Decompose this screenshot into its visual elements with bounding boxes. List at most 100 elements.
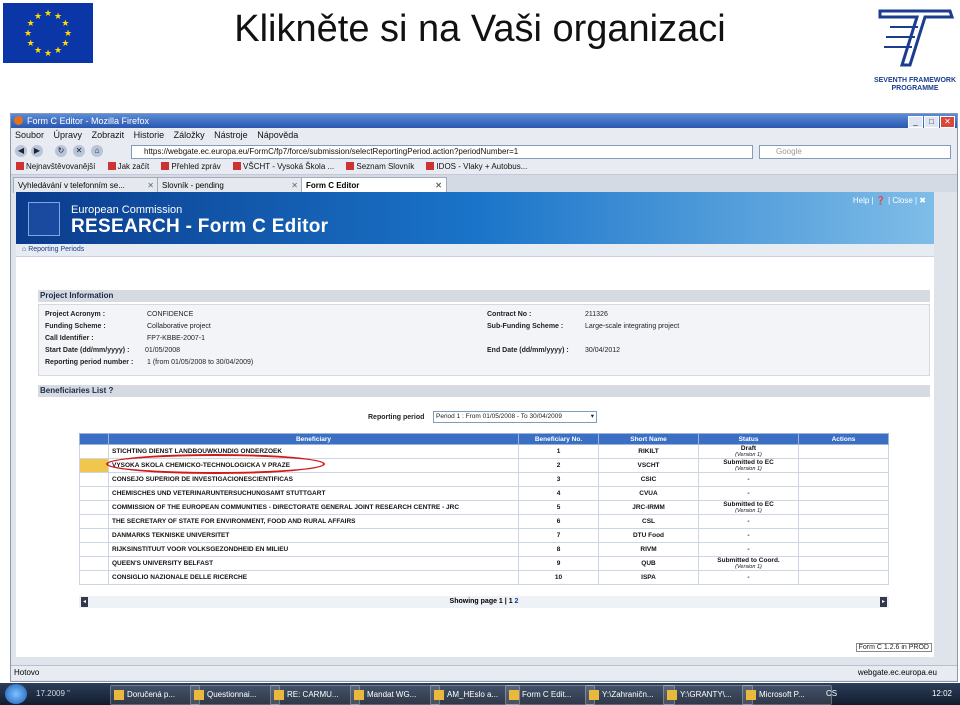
close-tab-icon[interactable]: ✕ [435,178,442,193]
actions-cell[interactable] [798,458,889,473]
search-input[interactable]: Google [759,145,951,159]
table-row[interactable]: CONSIGLIO NAZIONALE DELLE RICERCHE 10 ISPA… [79,570,889,585]
beneficiary-name[interactable]: COMMISSION OF THE EUROPEAN COMMUNITIES -… [108,500,519,515]
beneficiary-name[interactable]: CONSEJO SUPERIOR DE INVESTIGACIONESCIENT… [108,472,519,487]
back-icon[interactable]: ◀ [15,145,27,157]
taskbar-item[interactable]: Y:\GRANTY\... [663,685,753,705]
beneficiary-name[interactable]: QUEEN'S UNIVERSITY BELFAST [108,556,519,571]
actions-cell[interactable] [798,570,889,585]
beneficiary-no: 7 [518,528,599,543]
scroll-left-button[interactable]: ◂ [81,597,88,607]
bookmark-most-visited[interactable]: Nejnavštěvovanější [16,162,95,171]
beneficiary-name[interactable]: RIJKSINSTITUUT VOOR VOLKSGEZONDHEID EN M… [108,542,519,557]
reporting-period-select[interactable]: Period 1 : From 01/05/2008 - To 30/04/20… [433,411,597,423]
table-row[interactable]: COMMISSION OF THE EUROPEAN COMMUNITIES -… [79,500,889,515]
tab-slovnik[interactable]: Slovník - pending ✕ [157,177,303,193]
table-row[interactable]: CHEMISCHES UND VETERINARUNTERSUCHUNGSAMT… [79,486,889,501]
taskbar-item-label: Microsoft P... [759,690,805,699]
actions-cell[interactable] [798,528,889,543]
menu-soubor[interactable]: Soubor [15,130,44,140]
table-row[interactable]: DANMARKS TEKNISKE UNIVERSITET 7 DTU Food - [79,528,889,543]
beneficiary-name[interactable]: THE SECRETARY OF STATE FOR ENVIRONMENT, … [108,514,519,529]
contract-label: Contract No : [487,311,532,318]
bookmark-seznam[interactable]: Seznam Slovník [346,162,414,171]
taskbar-item[interactable]: Microsoft P... [742,685,832,705]
beneficiary-name[interactable]: DANMARKS TEKNISKE UNIVERSITET [108,528,519,543]
tab-label: Slovník - pending [162,181,224,190]
taskbar-item[interactable]: Mandat WG... [350,685,440,705]
minimize-button[interactable]: _ [908,116,923,128]
row-selector[interactable] [79,514,109,529]
close-tab-icon[interactable]: ✕ [291,178,298,193]
status-cell: - [698,472,799,487]
maximize-button[interactable]: □ [924,116,939,128]
row-selector[interactable] [79,570,109,585]
menu-historie[interactable]: Historie [134,130,165,140]
breadcrumb-reporting-periods[interactable]: Reporting Periods [28,246,84,253]
taskbar-item-label: Doručená p... [127,690,176,699]
table-row[interactable]: THE SECRETARY OF STATE FOR ENVIRONMENT, … [79,514,889,529]
tab-form-c-editor[interactable]: Form C Editor ✕ [301,177,447,193]
row-selector[interactable] [79,472,109,487]
row-selector[interactable] [79,542,109,557]
browser-window: Form C Editor - Mozilla Firefox _ □ ✕ So… [10,113,958,682]
row-selector[interactable] [79,556,109,571]
actions-cell[interactable] [798,542,889,557]
project-info-heading: Project Information [38,290,930,302]
pager-page-1[interactable]: 1 [509,598,513,605]
actions-cell[interactable] [798,486,889,501]
status-domain: webgate.ec.europa.eu [857,668,937,677]
actions-cell[interactable] [798,556,889,571]
bookmark-idos[interactable]: IDOS - Vlaky + Autobus... [426,162,527,171]
window-title: Form C Editor - Mozilla Firefox [27,116,150,126]
close-window-button[interactable]: ✕ [940,116,955,128]
taskbar-item[interactable]: Y:\Zahraničn... [585,685,675,705]
menu-zalozky[interactable]: Záložky [174,130,205,140]
menu-zobrazit[interactable]: Zobrazit [92,130,125,140]
bookmark-vscht[interactable]: VŠCHT - Vysoká Škola ... [233,162,334,171]
start-button[interactable] [5,684,27,704]
app-icon [746,690,756,700]
forward-icon[interactable]: ▶ [31,145,43,157]
pager-page-2[interactable]: 2 [515,598,519,605]
beneficiary-name[interactable]: CONSIGLIO NAZIONALE DELLE RICERCHE [108,570,519,585]
scroll-right-button[interactable]: ▸ [880,597,887,607]
menu-upravy[interactable]: Úpravy [54,130,83,140]
row-selector[interactable] [79,528,109,543]
short-name: DTU Food [598,528,699,543]
row-selector[interactable] [79,500,109,515]
taskbar-item[interactable]: Form C Edit... [505,685,595,705]
short-name: QUB [598,556,699,571]
bookmark-getting-started[interactable]: Jak začít [107,162,149,171]
language-indicator[interactable]: CS [826,683,837,705]
fp7-logo-line1: SEVENTH FRAMEWORK [873,77,957,84]
menu-napoveda[interactable]: Nápověda [257,130,298,140]
beneficiary-name[interactable]: CHEMISCHES UND VETERINARUNTERSUCHUNGSAMT… [108,486,519,501]
taskbar-item[interactable]: Questionnai... [190,685,280,705]
window-titlebar: Form C Editor - Mozilla Firefox _ □ ✕ [11,114,957,128]
fp7-logo: SEVENTH FRAMEWORK PROGRAMME [870,3,960,98]
bookmark-news[interactable]: Přehled zpráv [161,162,221,171]
menu-nastroje[interactable]: Nástroje [214,130,248,140]
row-selector[interactable] [79,486,109,501]
project-info-panel: Project Acronym : CONFIDENCE Funding Sch… [38,304,930,376]
tab-phone-search[interactable]: Vyhledávání v telefonním se... ✕ [13,177,159,193]
close-tab-icon[interactable]: ✕ [147,178,154,193]
actions-cell[interactable] [798,444,889,459]
address-bar[interactable]: https://webgate.ec.europa.eu/FormC/fp7/f… [131,145,753,159]
table-row[interactable]: RIJKSINSTITUUT VOOR VOLKSGEZONDHEID EN M… [79,542,889,557]
row-selector[interactable] [79,444,109,459]
reload-icon[interactable]: ↻ [55,145,67,157]
row-selector[interactable] [79,458,109,473]
stop-icon[interactable]: ✕ [73,145,85,157]
actions-cell[interactable] [798,514,889,529]
taskbar-item[interactable]: Doručená p... [110,685,200,705]
table-row[interactable]: QUEEN'S UNIVERSITY BELFAST 9 QUB Submitted … [79,556,889,571]
actions-cell[interactable] [798,500,889,515]
actions-cell[interactable] [798,472,889,487]
table-row[interactable]: CONSEJO SUPERIOR DE INVESTIGACIONESCIENT… [79,472,889,487]
home-icon[interactable]: ⌂ [22,246,26,253]
taskbar-item[interactable]: RE: CARMU... [270,685,360,705]
home-icon[interactable]: ⌂ [91,145,103,157]
help-close-links[interactable]: Help | ❓ | Close | ✖ [853,196,926,205]
